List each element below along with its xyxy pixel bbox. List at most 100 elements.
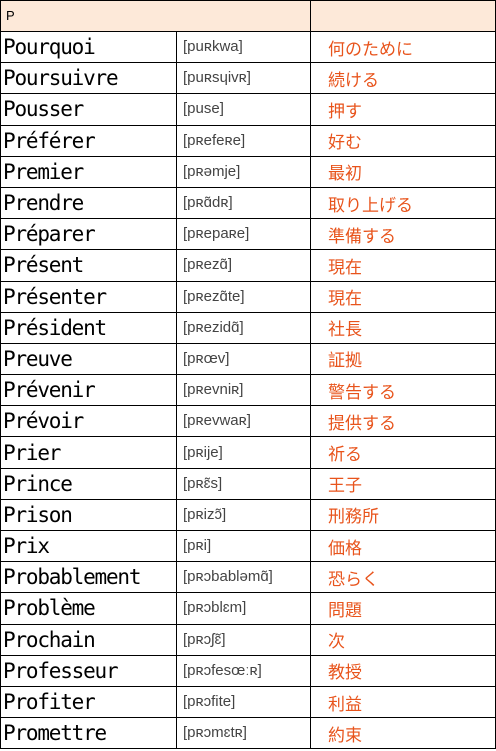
japanese-meaning-cell: 現在 [310, 280, 496, 313]
vocab-row: Promettre [pʀɔmɛtʀ] 約束 [0, 717, 496, 750]
japanese-meaning: 問題 [328, 600, 363, 621]
french-word-cell: Professeur [0, 654, 177, 687]
french-word: Préparer [3, 222, 96, 247]
pronunciation-cell: [pʀevwaʀ] [175, 405, 312, 438]
french-word: Présent [3, 253, 84, 278]
pronunciation: [pʀɛ̃s] [183, 474, 223, 492]
japanese-meaning: 現在 [328, 289, 363, 310]
japanese-meaning: 提供する [328, 413, 397, 434]
french-word-cell: Prévoir [0, 405, 177, 438]
vocab-row: Prochain [pʀɔʃɛ̃] 次 [0, 623, 496, 656]
japanese-meaning: 現在 [328, 257, 363, 278]
pronunciation: [pʀizɔ̃] [183, 505, 227, 523]
french-word: Prison [3, 502, 73, 527]
pronunciation-cell: [pʀevniʀ] [175, 374, 312, 407]
vocab-row: Prince [pʀɛ̃s] 王子 [0, 467, 496, 500]
pronunciation-cell: [pʀije] [175, 436, 312, 469]
vocab-row: Profiter [pʀɔfite] 利益 [0, 685, 496, 719]
vocab-row: Premier [pʀəmje] 最初 [0, 155, 496, 188]
japanese-meaning-cell: 王子 [310, 467, 496, 500]
french-word: Prince [3, 471, 73, 496]
japanese-meaning-cell: 社長 [310, 311, 496, 344]
french-word: Prier [3, 440, 61, 465]
french-word: Prendre [3, 191, 84, 216]
pronunciation: [pʀije] [183, 443, 223, 461]
pronunciation: [pʀefeʀe] [183, 131, 246, 149]
japanese-meaning-cell: 証拠 [310, 342, 496, 376]
vocab-row: Prévoir [pʀevwaʀ] 提供する [0, 405, 496, 438]
japanese-meaning: 利益 [328, 694, 363, 715]
pronunciation-cell: [pʀezɑ̃] [175, 249, 312, 282]
pronunciation-cell: [pʀefeʀe] [175, 124, 312, 157]
french-word: Prévoir [3, 409, 84, 434]
vocab-row: Prendre [pʀɑ̃dʀ] 取り上げる [0, 186, 496, 220]
pronunciation-cell: [pʀezidɑ̃] [175, 311, 312, 344]
french-word-cell: Présenter [0, 280, 177, 313]
french-word: Preuve [3, 346, 73, 371]
french-word-cell: Premier [0, 155, 177, 188]
pronunciation: [pʀœv] [183, 349, 230, 367]
french-word: Pousser [3, 97, 84, 122]
pronunciation-cell: [pʀɔmɛtʀ] [175, 717, 312, 750]
japanese-meaning: 何のために [328, 39, 414, 60]
pronunciation: [pʀɔbabləmɑ̃] [183, 568, 273, 586]
pronunciation: [pʀevniʀ] [183, 381, 244, 399]
japanese-meaning: 祈る [328, 445, 363, 466]
vocab-row: Préparer [pʀepaʀe] 準備する [0, 218, 496, 251]
pronunciation-cell: [puʀsɥivʀ] [175, 62, 312, 95]
japanese-meaning: 社長 [328, 320, 363, 341]
french-word: Premier [3, 159, 84, 184]
vocab-row: Présenter [pʀezɑ̃te] 現在 [0, 280, 496, 313]
french-word: Présenter [3, 284, 107, 309]
french-word-cell: Prince [0, 467, 177, 500]
french-word-cell: Profiter [0, 685, 177, 719]
japanese-meaning: 最初 [328, 164, 363, 185]
pronunciation: [pʀɔfesœːʀ] [183, 661, 262, 679]
french-word: Préférer [3, 128, 96, 153]
french-word-cell: Prendre [0, 186, 177, 220]
french-word: Promettre [3, 721, 107, 746]
pronunciation: [pʀezidɑ̃] [183, 318, 244, 336]
japanese-meaning: 恐らく [328, 569, 380, 590]
french-word-cell: Préférer [0, 124, 177, 157]
french-word: Pourquoi [3, 35, 96, 60]
section-header-row: P [0, 0, 496, 32]
french-word-cell: Pourquoi [0, 30, 177, 64]
pronunciation-cell: [pʀi] [175, 529, 312, 563]
pronunciation: [pʀi] [183, 537, 212, 555]
vocabulary-table-body: P Pourquoi [puʀkwa] 何のために Poursuivre [puʀsɥi… [0, 0, 496, 750]
french-word-cell: Prix [0, 529, 177, 563]
vocab-row: Préférer [pʀefeʀe] 好む [0, 124, 496, 157]
french-word: Profiter [3, 690, 96, 715]
japanese-meaning-cell: 押す [310, 93, 496, 126]
pronunciation-cell: [pʀepaʀe] [175, 218, 312, 251]
japanese-meaning-cell: 警告する [310, 374, 496, 407]
pronunciation-cell: [pʀɔfesœːʀ] [175, 654, 312, 687]
vocab-row: Prier [pʀije] 祈る [0, 436, 496, 469]
french-word-cell: Probablement [0, 561, 177, 594]
french-word: Professeur [3, 658, 119, 683]
french-word-cell: Préparer [0, 218, 177, 251]
french-word-cell: Prochain [0, 623, 177, 656]
french-word: Poursuivre [3, 66, 119, 91]
japanese-meaning-cell: 続ける [310, 62, 496, 95]
japanese-meaning-cell: 約束 [310, 717, 496, 750]
pronunciation: [puʀkwa] [183, 38, 243, 56]
french-word-cell: Problème [0, 592, 177, 625]
japanese-meaning: 価格 [328, 538, 363, 559]
pronunciation-cell: [puʀkwa] [175, 30, 312, 64]
section-header-cell: P [0, 0, 312, 32]
japanese-meaning: 刑務所 [328, 507, 380, 528]
vocab-row: Probablement [pʀɔbabləmɑ̃] 恐らく [0, 561, 496, 594]
french-word: Prix [3, 534, 50, 559]
pronunciation: [pʀɔmɛtʀ] [183, 724, 247, 742]
vocab-row: Professeur [pʀɔfesœːʀ] 教授 [0, 654, 496, 687]
japanese-meaning-cell: 刑務所 [310, 498, 496, 532]
japanese-meaning: 続ける [328, 70, 380, 91]
japanese-meaning-cell: 準備する [310, 218, 496, 251]
vocab-row: Prévenir [pʀevniʀ] 警告する [0, 374, 496, 407]
japanese-meaning-cell: 現在 [310, 249, 496, 282]
french-word-cell: Président [0, 311, 177, 344]
japanese-meaning: 押す [328, 101, 363, 122]
japanese-meaning-cell: 祈る [310, 436, 496, 469]
